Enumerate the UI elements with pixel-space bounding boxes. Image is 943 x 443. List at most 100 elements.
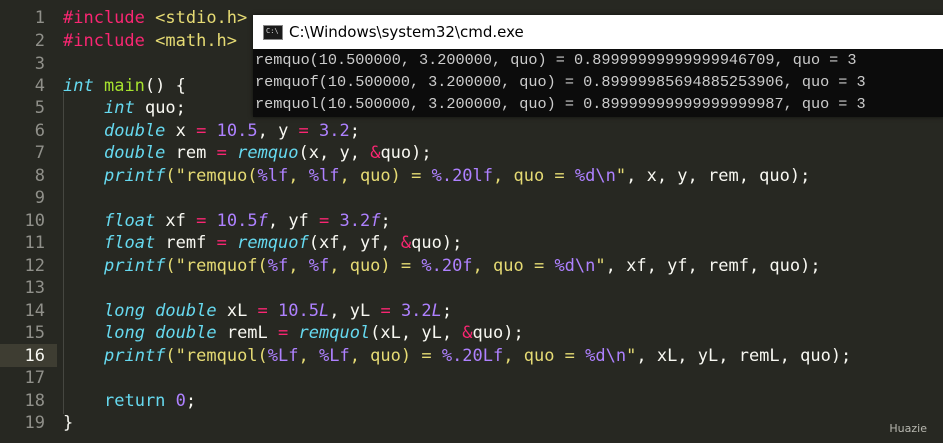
number-literal: 0 (175, 391, 186, 411)
code-line-active[interactable]: printf("remquol(%Lf, %Lf, quo) = %.20Lf,… (104, 345, 943, 368)
operator: & (462, 323, 473, 343)
string-literal: , quo) = (329, 256, 422, 276)
number-literal: 10.5 (216, 211, 258, 231)
code-line[interactable]: double x = 10.5, y = 3.2; (104, 120, 943, 143)
return-keyword: return (104, 391, 166, 411)
console-output-line: remquof(10.500000, 3.200000, quo) = 0.89… (255, 73, 866, 91)
number-suffix: L (319, 301, 330, 321)
code-line[interactable]: float xf = 10.5f, yf = 3.2f; (104, 210, 943, 233)
operator: = (298, 121, 309, 141)
type-keyword: int (63, 76, 94, 96)
line-number-active: 16 (24, 346, 45, 366)
code-text: ; (349, 121, 361, 141)
format-specifier: %lf (308, 166, 340, 186)
code-text: xL (216, 301, 258, 321)
console-output-line: remquol(10.500000, 3.200000, quo) = 0.89… (255, 95, 866, 113)
code-text: rem (165, 143, 217, 163)
code-text: quo); (380, 143, 432, 163)
watermark: Huazie (889, 422, 927, 435)
code-line[interactable]: } (63, 412, 943, 435)
code-line[interactable]: long double xL = 10.5L, yL = 3.2L; (104, 300, 943, 323)
code-text: quo; (134, 98, 186, 118)
code-text: ; (185, 391, 197, 411)
line-number: 10 (24, 211, 45, 231)
string-literal: , quo) = (339, 166, 432, 186)
code-line[interactable]: printf("remquo(%lf, %lf, quo) = %.20lf, … (104, 165, 943, 188)
line-number: 15 (24, 323, 45, 343)
format-specifier: %.20f (421, 256, 473, 276)
string-literal: " (615, 166, 627, 186)
format-specifier: %.20Lf (441, 346, 504, 366)
line-number: 1 (34, 8, 45, 28)
code-text: x (165, 121, 197, 141)
operator: = (216, 143, 227, 163)
escape-sequence: \n (605, 346, 627, 366)
line-number: 19 (24, 413, 45, 433)
include-path: <stdio.h> (155, 8, 248, 28)
operator: = (216, 233, 227, 253)
operator: = (380, 301, 391, 321)
string-literal: , (288, 166, 309, 186)
function-call: printf (104, 346, 166, 366)
number-suffix: L (431, 301, 442, 321)
code-text: (xf, yf, (308, 233, 401, 253)
line-number: 11 (24, 233, 45, 253)
terminal-icon-label: C:\ (266, 27, 279, 35)
code-line[interactable]: long double remL = remquol(xL, yL, &quo)… (104, 322, 943, 345)
format-specifier: %d (554, 256, 575, 276)
code-line[interactable]: printf("remquof(%f, %f, quo) = %.20f, qu… (104, 255, 943, 278)
number-literal: 3.2 (319, 121, 350, 141)
console-title-bar[interactable]: C:\ C:\Windows\system32\cmd.exe (253, 15, 943, 49)
code-line[interactable]: return 0; (104, 390, 943, 413)
code-text: remf (155, 233, 217, 253)
function-call: remquo (237, 143, 299, 163)
line-number: 14 (24, 301, 45, 321)
preprocessor-directive: #include (63, 8, 145, 28)
code-text: , xL, yL, remL, quo); (636, 346, 852, 366)
line-number: 18 (24, 391, 45, 411)
format-specifier: %Lf (318, 346, 350, 366)
type-keyword: double (104, 121, 166, 141)
function-call: printf (104, 256, 166, 276)
code-text: ; (380, 211, 391, 231)
operator: & (370, 143, 381, 163)
line-number: 6 (34, 121, 45, 141)
code-line[interactable]: float remf = remquof(xf, yf, &quo); (104, 232, 943, 255)
preprocessor-directive: #include (63, 31, 145, 51)
code-text: (xL, yL, (370, 323, 463, 343)
string-literal: , (298, 346, 319, 366)
line-number: 9 (34, 188, 45, 208)
type-keyword: long double (104, 301, 217, 321)
console-output[interactable]: remquo(10.500000, 3.200000, quo) = 0.899… (255, 49, 941, 117)
function-call: printf (104, 166, 166, 186)
code-text: ; (441, 301, 453, 321)
number-literal: 3.2 (400, 301, 432, 321)
escape-sequence: \n (595, 166, 616, 186)
code-text: , yL (329, 301, 381, 321)
line-number: 3 (34, 54, 45, 74)
string-literal: , (288, 256, 309, 276)
format-specifier: %lf (257, 166, 289, 186)
code-line[interactable]: double rem = remquo(x, y, &quo); (104, 142, 943, 165)
console-title: C:\Windows\system32\cmd.exe (289, 23, 524, 41)
string-literal: ("remquo( (165, 166, 258, 186)
line-number: 17 (24, 368, 45, 388)
line-number: 13 (24, 278, 45, 298)
line-number: 2 (34, 31, 45, 51)
line-number: 8 (34, 166, 45, 186)
code-text: , yf (267, 211, 320, 231)
code-text: quo); (472, 323, 524, 343)
string-literal: , quo = (493, 166, 575, 186)
closing-brace: } (63, 413, 74, 433)
format-specifier: %d (585, 346, 606, 366)
function-name: main (103, 76, 145, 96)
operator: & (400, 233, 412, 253)
console-window[interactable]: C:\ C:\Windows\system32\cmd.exe remquo(1… (253, 15, 943, 117)
operator: = (196, 211, 207, 231)
code-text: () { (144, 76, 186, 96)
string-literal: " (595, 256, 606, 276)
code-text: quo); (411, 233, 463, 253)
terminal-icon: C:\ (263, 25, 283, 40)
line-number: 12 (24, 256, 45, 276)
code-text: (x, y, (298, 143, 371, 163)
